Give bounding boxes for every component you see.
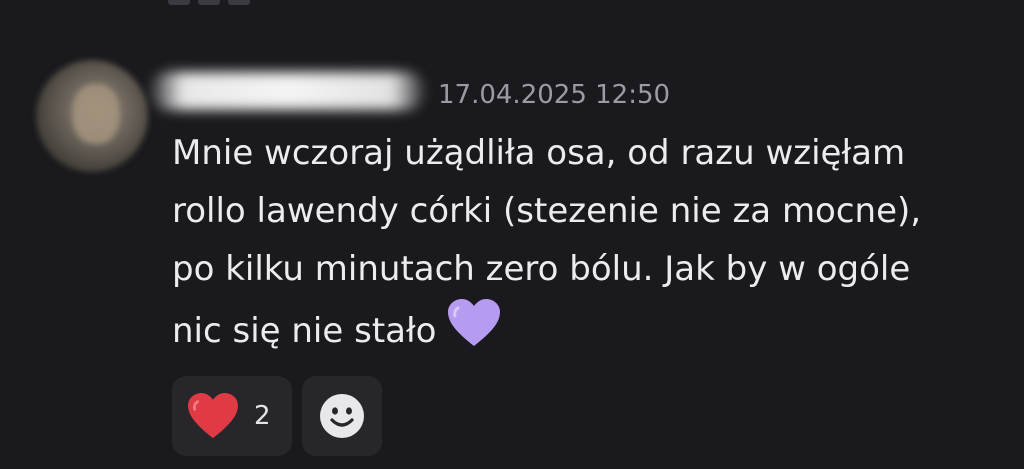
message-line: Mnie wczoraj użądliła osa, od razu wzięł… bbox=[172, 133, 906, 173]
reaction-count: 2 bbox=[254, 401, 271, 431]
reaction-heart-chip[interactable]: 2 bbox=[172, 376, 292, 456]
author-name-redacted[interactable] bbox=[150, 72, 425, 110]
purple-heart-icon bbox=[448, 299, 501, 346]
chat-message: 17.04.2025 12:50 Mnie wczoraj użądliła o… bbox=[0, 0, 1024, 469]
chat-screen: 17.04.2025 12:50 Mnie wczoraj użądliła o… bbox=[0, 0, 1024, 469]
message-line: rollo lawendy córki (stezenie nie za moc… bbox=[172, 191, 922, 231]
message-line-text: nic się nie stało bbox=[172, 311, 437, 351]
message-line: po kilku minutach zero bólu. Jak by w og… bbox=[172, 249, 911, 289]
smiley-face-icon bbox=[320, 394, 364, 438]
add-reaction-button[interactable] bbox=[302, 376, 382, 456]
message-text: Mnie wczoraj użądliła osa, od razu wzięł… bbox=[172, 124, 992, 360]
author-avatar[interactable] bbox=[36, 60, 148, 172]
message-line-last: nic się nie stało bbox=[172, 298, 992, 360]
reactions-bar: 2 bbox=[172, 376, 382, 456]
red-heart-icon bbox=[188, 392, 238, 439]
message-timestamp: 17.04.2025 12:50 bbox=[438, 80, 671, 110]
